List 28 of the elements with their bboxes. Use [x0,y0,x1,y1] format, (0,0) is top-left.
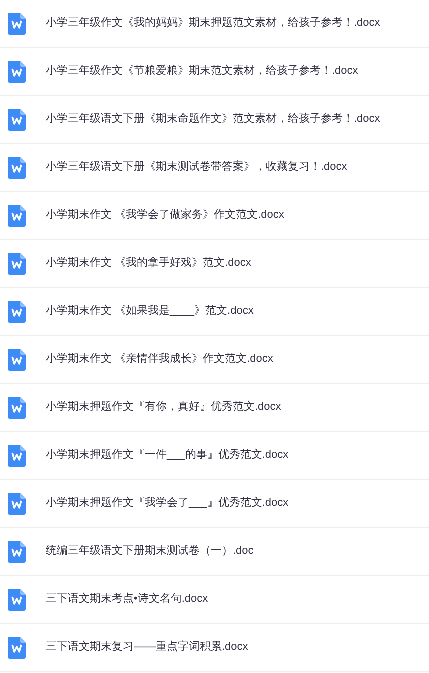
document-icon [8,252,26,274]
document-icon [8,348,26,370]
file-name[interactable]: 小学期末作文 《我的拿手好戏》范文.docx [46,255,252,272]
file-name[interactable]: 小学三年级作文《我的妈妈》期末押题范文素材，给孩子参考！.docx [46,15,380,32]
document-icon [8,492,26,514]
file-name[interactable]: 三下语文期末复习——重点字词积累.docx [46,639,248,656]
file-name[interactable]: 小学期末作文 《亲情伴我成长》作文范文.docx [46,351,274,368]
file-name[interactable]: 小学三年级作文《节粮爱粮》期末范文素材，给孩子参考！.docx [46,63,358,80]
document-icon [8,12,26,34]
document-icon [8,156,26,178]
file-name[interactable]: 小学期末押题作文『我学会了___』优秀范文.docx [46,495,289,512]
file-name[interactable]: 统编三年级语文下册期末测试卷（一）.doc [46,543,254,560]
document-icon [8,108,26,130]
file-name[interactable]: 小学期末作文 《如果我是____》范文.docx [46,303,254,320]
file-name[interactable]: 小学期末作文 《我学会了做家务》作文范文.docx [46,207,284,224]
document-icon [8,540,26,562]
document-icon [8,636,26,658]
file-name[interactable]: 小学三年级语文下册《期末命题作文》范文素材，给孩子参考！.docx [46,111,380,128]
document-icon [8,300,26,322]
file-name[interactable]: 小学期末押题作文『有你，真好』优秀范文.docx [46,399,282,416]
file-name[interactable]: 小学三年级语文下册《期末测试卷带答案》，收藏复习！.docx [46,159,348,176]
document-icon [8,588,26,610]
file-name[interactable]: 三下语文期末考点•诗文名句.docx [46,591,208,608]
document-icon [8,396,26,418]
document-icon [8,204,26,226]
file-name[interactable]: 小学期末押题作文『一件___的事』优秀范文.docx [46,447,289,464]
document-icon [8,60,26,82]
document-icon [8,444,26,466]
